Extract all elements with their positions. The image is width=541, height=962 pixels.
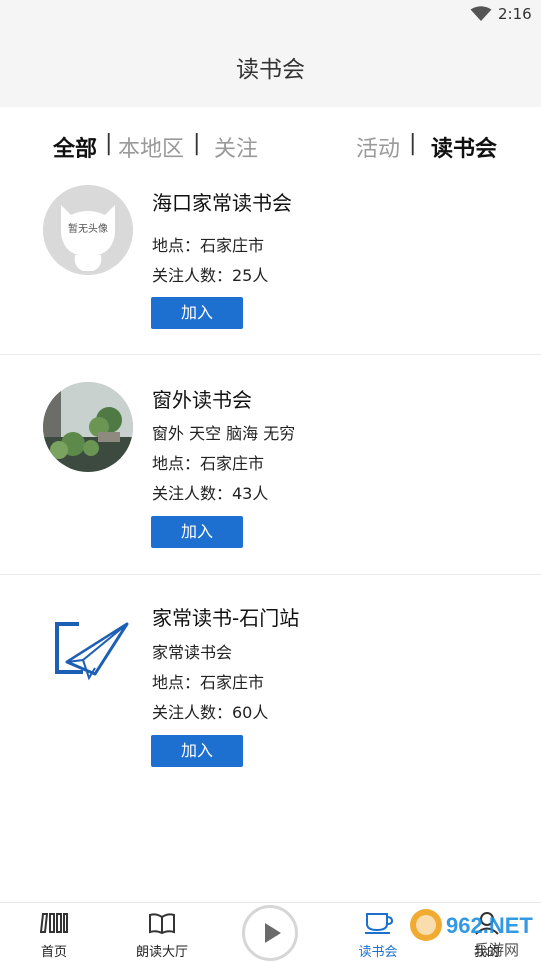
- club-name: 窗外读书会: [152, 388, 252, 412]
- filter-separator: |: [409, 131, 417, 156]
- wifi-icon: [470, 6, 492, 21]
- play-icon: [265, 923, 281, 943]
- filter-activity[interactable]: 活动: [356, 131, 400, 163]
- filter-separator: |: [105, 131, 113, 156]
- avatar-placeholder-text: 暂无头像: [68, 224, 108, 235]
- join-button[interactable]: 加入: [151, 735, 243, 767]
- club-description: 家常读书会: [152, 643, 233, 662]
- tab-label: 朗读大厅: [135, 945, 188, 960]
- watermark-logo: 962.NET 乐游网: [404, 905, 541, 962]
- club-card[interactable]: 窗外读书会 窗外 天空 脑海 无穷 地点：石家庄市 关注人数：43人 加入: [0, 355, 541, 575]
- club-card[interactable]: 家常读书-石门站 家常读书会 地点：石家庄市 关注人数：60人 加入: [0, 575, 541, 795]
- club-location: 地点：石家庄市: [152, 454, 265, 473]
- club-followers: 关注人数：43人: [152, 484, 269, 503]
- filter-bar: 全部 | 本地区 | 关注 活动 | 读书会: [0, 125, 541, 165]
- club-location: 地点：石家庄市: [152, 673, 265, 692]
- club-description: 窗外 天空 脑海 无穷: [152, 424, 296, 443]
- paper-plane-logo: [55, 622, 129, 681]
- club-card[interactable]: 暂无头像 海口家常读书会 地点：石家庄市 关注人数：25人 加入: [0, 175, 541, 355]
- watermark-brand: 962.NET: [446, 913, 533, 938]
- club-name: 海口家常读书会: [152, 191, 292, 215]
- club-followers: 关注人数：60人: [152, 703, 269, 722]
- open-book-icon: [149, 913, 175, 935]
- join-button[interactable]: 加入: [151, 516, 243, 548]
- tab-reading-hall[interactable]: 朗读大厅: [112, 903, 212, 962]
- avatar: [43, 382, 133, 472]
- page-title: 读书会: [236, 57, 305, 83]
- watermark-sub: 乐游网: [474, 941, 519, 959]
- club-followers: 关注人数：25人: [152, 266, 269, 285]
- join-button[interactable]: 加入: [151, 297, 243, 329]
- window-plants-photo: [43, 382, 133, 472]
- filter-clubs[interactable]: 读书会: [431, 131, 497, 163]
- avatar: [43, 602, 133, 692]
- filter-separator: |: [193, 131, 201, 156]
- status-time: 2:16: [498, 5, 532, 23]
- filter-follow[interactable]: 关注: [214, 131, 258, 163]
- play-button[interactable]: [242, 905, 298, 961]
- filter-all[interactable]: 全部: [53, 131, 97, 163]
- app-bar: 读书会: [0, 27, 541, 107]
- bookshelf-icon: [40, 913, 68, 933]
- status-bar: 2:16: [0, 0, 541, 27]
- filter-local[interactable]: 本地区: [118, 131, 184, 163]
- tab-home[interactable]: 首页: [4, 903, 104, 962]
- cup-icon: [365, 913, 394, 934]
- tab-label: 首页: [40, 945, 67, 960]
- club-location: 地点：石家庄市: [152, 236, 265, 255]
- avatar: 暂无头像: [43, 185, 133, 275]
- club-name: 家常读书-石门站: [152, 606, 300, 630]
